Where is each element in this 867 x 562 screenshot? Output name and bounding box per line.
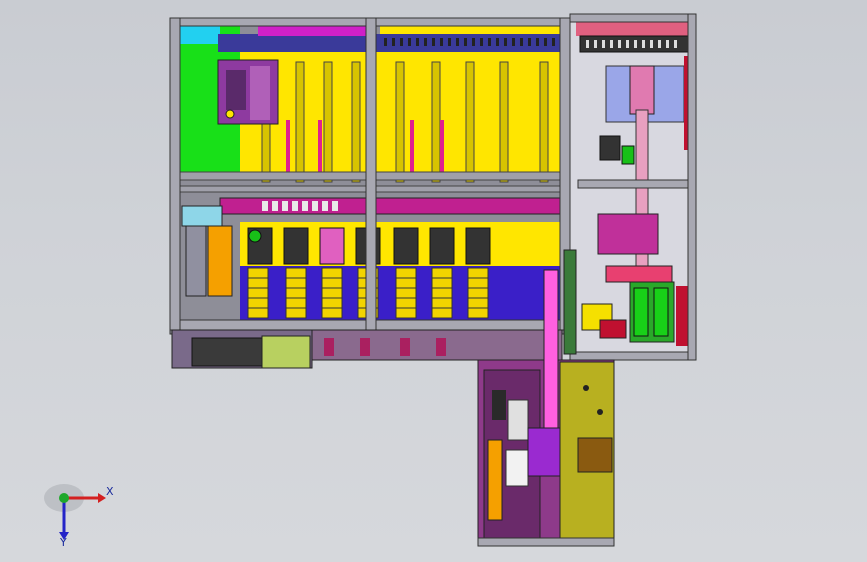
x-axis-label: X xyxy=(106,485,114,498)
y-axis-label: Y xyxy=(59,536,67,548)
cad-viewport[interactable] xyxy=(0,0,867,562)
vent-grille xyxy=(191,337,263,367)
x-axis-arrow xyxy=(98,493,106,503)
assembly-drawing[interactable] xyxy=(0,0,867,562)
lead-screw xyxy=(635,109,649,291)
main-frame[interactable] xyxy=(169,17,571,369)
z-axis-dot xyxy=(59,493,69,503)
axis-triad: X Y xyxy=(40,478,120,548)
right-module[interactable] xyxy=(569,13,697,361)
orange-cylinder xyxy=(207,225,233,297)
